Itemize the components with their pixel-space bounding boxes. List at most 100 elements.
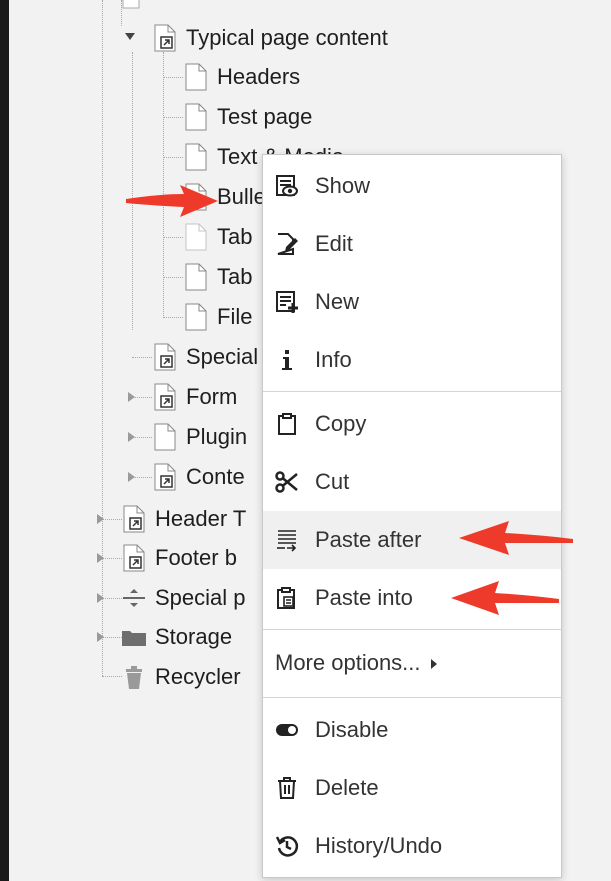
menu-item-disable[interactable]: Disable (263, 701, 561, 759)
spacer-icon (123, 589, 145, 607)
menu-item-label: Paste into (315, 585, 413, 610)
menu-item-history-undo[interactable]: History/Undo (263, 817, 561, 875)
tree-node-file[interactable]: File (183, 302, 252, 332)
tree-node-tab[interactable]: Tab (183, 262, 252, 292)
tree-guide (163, 157, 183, 158)
tree-node-content[interactable]: Conte (152, 462, 245, 492)
menu-item-label: Info (315, 347, 352, 372)
tree-node-label: Form (186, 384, 238, 409)
tree-node-label: Footer b (155, 545, 237, 570)
tree-node-recycler[interactable]: Recycler (121, 662, 241, 692)
tree-node-tab[interactable]: Tab (183, 222, 252, 252)
page-shortcut-icon (154, 24, 176, 52)
tree-node-label: Tab (217, 264, 253, 289)
paste-after-icon (277, 530, 297, 552)
tree-guide (102, 598, 122, 599)
tree-node-label: Special (186, 344, 259, 369)
tree-node-label: Typical page content (186, 25, 388, 50)
expand-toggle-icon[interactable] (97, 553, 104, 563)
expand-toggle-icon[interactable] (128, 432, 135, 442)
tree-node-plugin[interactable]: Plugin (152, 422, 247, 452)
menu-item-info[interactable]: Info (263, 331, 561, 389)
page-icon (185, 303, 207, 331)
tree-node-storage[interactable]: Storage (121, 622, 232, 652)
menu-item-copy[interactable]: Copy (263, 395, 561, 453)
menu-item-label: Edit (315, 231, 353, 256)
page-icon (122, 0, 140, 9)
tree-node-label: Special p (155, 585, 246, 610)
toggle-icon (276, 724, 298, 736)
collapse-toggle-icon[interactable] (125, 33, 135, 40)
page-hidden-icon (185, 223, 207, 251)
show-icon (276, 175, 298, 197)
expand-toggle-icon[interactable] (97, 593, 104, 603)
tree-node-form[interactable]: Form (152, 382, 237, 412)
caret-right-icon (430, 659, 437, 670)
page-icon (185, 103, 207, 131)
tree-node-label: Recycler (155, 664, 241, 689)
page-icon (185, 143, 207, 171)
scissors-icon (275, 471, 298, 493)
menu-separator (263, 629, 561, 630)
menu-item-label: Paste after (315, 527, 422, 552)
history-icon (275, 836, 299, 857)
menu-separator (263, 697, 561, 698)
tree-node-label: Tab (217, 224, 253, 249)
info-icon (282, 350, 292, 370)
expand-toggle-icon[interactable] (128, 472, 135, 482)
tree-guide (163, 237, 183, 238)
menu-item-cut[interactable]: Cut (263, 453, 561, 511)
tree-guide (163, 277, 183, 278)
menu-item-more-options[interactable]: More options... (263, 634, 561, 692)
menu-item-show[interactable]: Show (263, 157, 561, 215)
tree-node-headers[interactable]: Headers (183, 62, 300, 92)
page-shortcut-icon (154, 463, 176, 491)
menu-item-label: Cut (315, 469, 350, 494)
tree-node-special-p[interactable]: Special p (121, 583, 246, 613)
menu-item-label: Disable (315, 717, 389, 742)
annotation-arrow-icon (459, 521, 573, 555)
menu-separator (263, 391, 561, 392)
tree-node-label: Plugin (186, 424, 248, 449)
tree-node-header[interactable]: Header T (121, 504, 246, 534)
tree-node-label: Headers (217, 64, 301, 89)
page-shortcut-icon (123, 544, 145, 572)
menu-item-label: New (315, 289, 360, 314)
expand-toggle-icon[interactable] (128, 392, 135, 402)
page-shortcut-icon (123, 505, 145, 533)
menu-item-label: History/Undo (315, 833, 443, 858)
page-icon (185, 63, 207, 91)
menu-item-new[interactable]: New (263, 273, 561, 331)
page-shortcut-icon (154, 343, 176, 371)
tree-node-typical-page-content[interactable]: Typical page content (152, 23, 388, 53)
folder-icon (122, 631, 146, 646)
expand-toggle-icon[interactable] (97, 514, 104, 524)
tree-guide (102, 676, 122, 677)
menu-item-label: More options... (275, 650, 421, 675)
tree-node-label: Storage (155, 624, 233, 649)
tree-node-label: File (217, 304, 253, 329)
tree-node-test-page[interactable]: Test page (183, 102, 312, 132)
tree-node-footer[interactable]: Footer b (121, 543, 237, 573)
page-icon (185, 263, 207, 291)
tree-node-label: Header T (155, 506, 247, 531)
tree-guide (102, 0, 103, 676)
annotation-arrow-icon (126, 185, 218, 217)
menu-item-label: Delete (315, 775, 379, 800)
menu-item-edit[interactable]: Edit (263, 215, 561, 273)
tree-guide (102, 637, 122, 638)
tree-guide (163, 317, 183, 318)
page-icon (154, 423, 176, 451)
menu-item-label: Copy (315, 411, 367, 436)
tree-node-label: Test page (217, 104, 313, 129)
expand-toggle-icon[interactable] (97, 632, 104, 642)
more-options-wrap: More options... (275, 650, 437, 676)
tree-guide (132, 357, 152, 358)
tree-guide (163, 77, 183, 78)
copy-icon (278, 413, 296, 435)
tree-guide (132, 437, 152, 438)
tree-node-special[interactable]: Special (152, 342, 258, 372)
menu-item-delete[interactable]: Delete (263, 759, 561, 817)
trash-icon (278, 777, 296, 799)
tree-guide (132, 477, 152, 478)
